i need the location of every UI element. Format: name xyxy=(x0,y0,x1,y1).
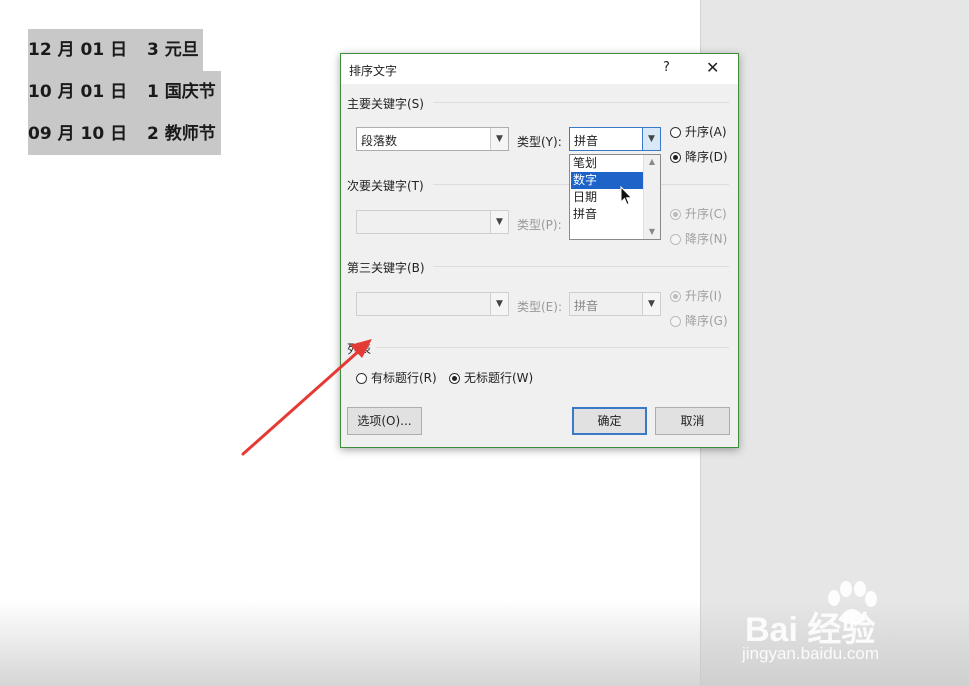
radio-selected-icon xyxy=(670,209,681,220)
radio-label: 降序(D) xyxy=(685,150,728,164)
primary-key-field-select[interactable]: 段落数 ▼ xyxy=(356,127,509,151)
cancel-button[interactable]: 取消 xyxy=(655,407,730,435)
chevron-down-icon[interactable]: ▼ xyxy=(642,293,660,315)
third-type-select[interactable]: 拼音 ▼ xyxy=(569,292,661,316)
dialog-titlebar: 排序文字 ? ✕ xyxy=(341,54,738,84)
primary-ascending-radio[interactable]: 升序(A) xyxy=(670,123,727,140)
radio-label: 无标题行(W) xyxy=(464,371,534,385)
primary-key-label: 主要关键字(S) xyxy=(347,97,424,111)
chevron-down-icon[interactable]: ▼ xyxy=(490,128,508,150)
line-label: 2 教师节 xyxy=(147,124,216,144)
radio-label: 升序(I) xyxy=(685,289,722,303)
ok-button[interactable]: 确定 xyxy=(572,407,647,435)
radio-icon xyxy=(670,234,681,245)
secondary-ascending-radio[interactable]: 升序(C) xyxy=(670,205,727,222)
radio-selected-icon xyxy=(449,373,460,384)
primary-type-select[interactable]: 拼音 ▼ xyxy=(569,127,661,151)
dropdown-option[interactable]: 拼音 xyxy=(571,206,645,223)
radio-selected-icon xyxy=(670,291,681,302)
dropdown-scrollbar[interactable]: ▲ ▼ xyxy=(643,155,660,239)
divider xyxy=(433,102,729,103)
close-icon[interactable]: ✕ xyxy=(706,58,719,77)
radio-icon xyxy=(356,373,367,384)
radio-label: 降序(N) xyxy=(685,232,728,246)
radio-icon xyxy=(670,316,681,327)
dialog-title: 排序文字 xyxy=(349,64,398,78)
radio-label: 升序(C) xyxy=(685,207,727,221)
list-section-label: 列表 xyxy=(347,342,372,356)
dropdown-option[interactable]: 笔划 xyxy=(571,155,645,172)
third-ascending-radio[interactable]: 升序(I) xyxy=(670,287,722,304)
no-header-row-radio[interactable]: 无标题行(W) xyxy=(449,369,533,386)
radio-label: 有标题行(R) xyxy=(371,371,437,385)
secondary-key-field-select[interactable]: ▼ xyxy=(356,210,509,234)
document-line-2[interactable]: 10 月 01 日 1 国庆节 xyxy=(28,71,221,113)
third-type-label: 类型(E): xyxy=(517,300,562,314)
baidu-jingyan-watermark: Bai 经验 jingyan.baidu.com xyxy=(740,580,920,670)
chevron-down-icon[interactable]: ▼ xyxy=(642,128,660,150)
radio-selected-icon xyxy=(670,152,681,163)
secondary-descending-radio[interactable]: 降序(N) xyxy=(670,230,727,247)
radio-icon xyxy=(670,127,681,138)
divider xyxy=(376,347,729,348)
has-header-row-radio[interactable]: 有标题行(R) xyxy=(356,369,437,386)
watermark-url: jingyan.baidu.com xyxy=(742,644,880,663)
help-button[interactable]: ? xyxy=(663,60,670,75)
third-key-field-select[interactable]: ▼ xyxy=(356,292,509,316)
type-dropdown-list[interactable]: 笔划 数字 日期 拼音 ▲ ▼ xyxy=(569,154,661,240)
sort-text-dialog: 排序文字 ? ✕ 主要关键字(S) 段落数 ▼ 类型(Y): 拼音 ▼ 升序(A… xyxy=(340,53,739,448)
line-date: 12 月 01 日 xyxy=(28,40,128,60)
third-descending-radio[interactable]: 降序(G) xyxy=(670,312,728,329)
radio-label: 升序(A) xyxy=(685,125,727,139)
chevron-down-icon[interactable]: ▼ xyxy=(490,293,508,315)
primary-descending-radio[interactable]: 降序(D) xyxy=(670,148,728,165)
line-label: 3 元旦 xyxy=(147,40,199,60)
line-date: 09 月 10 日 xyxy=(28,124,128,144)
line-date: 10 月 01 日 xyxy=(28,82,128,102)
secondary-type-label: 类型(P): xyxy=(517,218,562,232)
third-type-value: 拼音 xyxy=(574,299,599,313)
divider xyxy=(433,266,729,267)
options-button[interactable]: 选项(O)... xyxy=(347,407,422,435)
line-label: 1 国庆节 xyxy=(147,82,216,102)
document-line-3[interactable]: 09 月 10 日 2 教师节 xyxy=(28,113,221,155)
third-key-label: 第三关键字(B) xyxy=(347,261,425,275)
chevron-down-icon[interactable]: ▼ xyxy=(490,211,508,233)
scroll-up-icon[interactable]: ▲ xyxy=(644,157,660,166)
primary-type-value: 拼音 xyxy=(574,134,599,148)
radio-label: 降序(G) xyxy=(685,314,728,328)
scroll-down-icon[interactable]: ▼ xyxy=(644,227,660,236)
document-line-1[interactable]: 12 月 01 日 3 元旦 xyxy=(28,29,203,71)
primary-key-field-value: 段落数 xyxy=(361,134,398,148)
primary-type-label: 类型(Y): xyxy=(517,135,562,149)
mouse-cursor-icon xyxy=(620,186,633,206)
secondary-key-label: 次要关键字(T) xyxy=(347,179,424,193)
